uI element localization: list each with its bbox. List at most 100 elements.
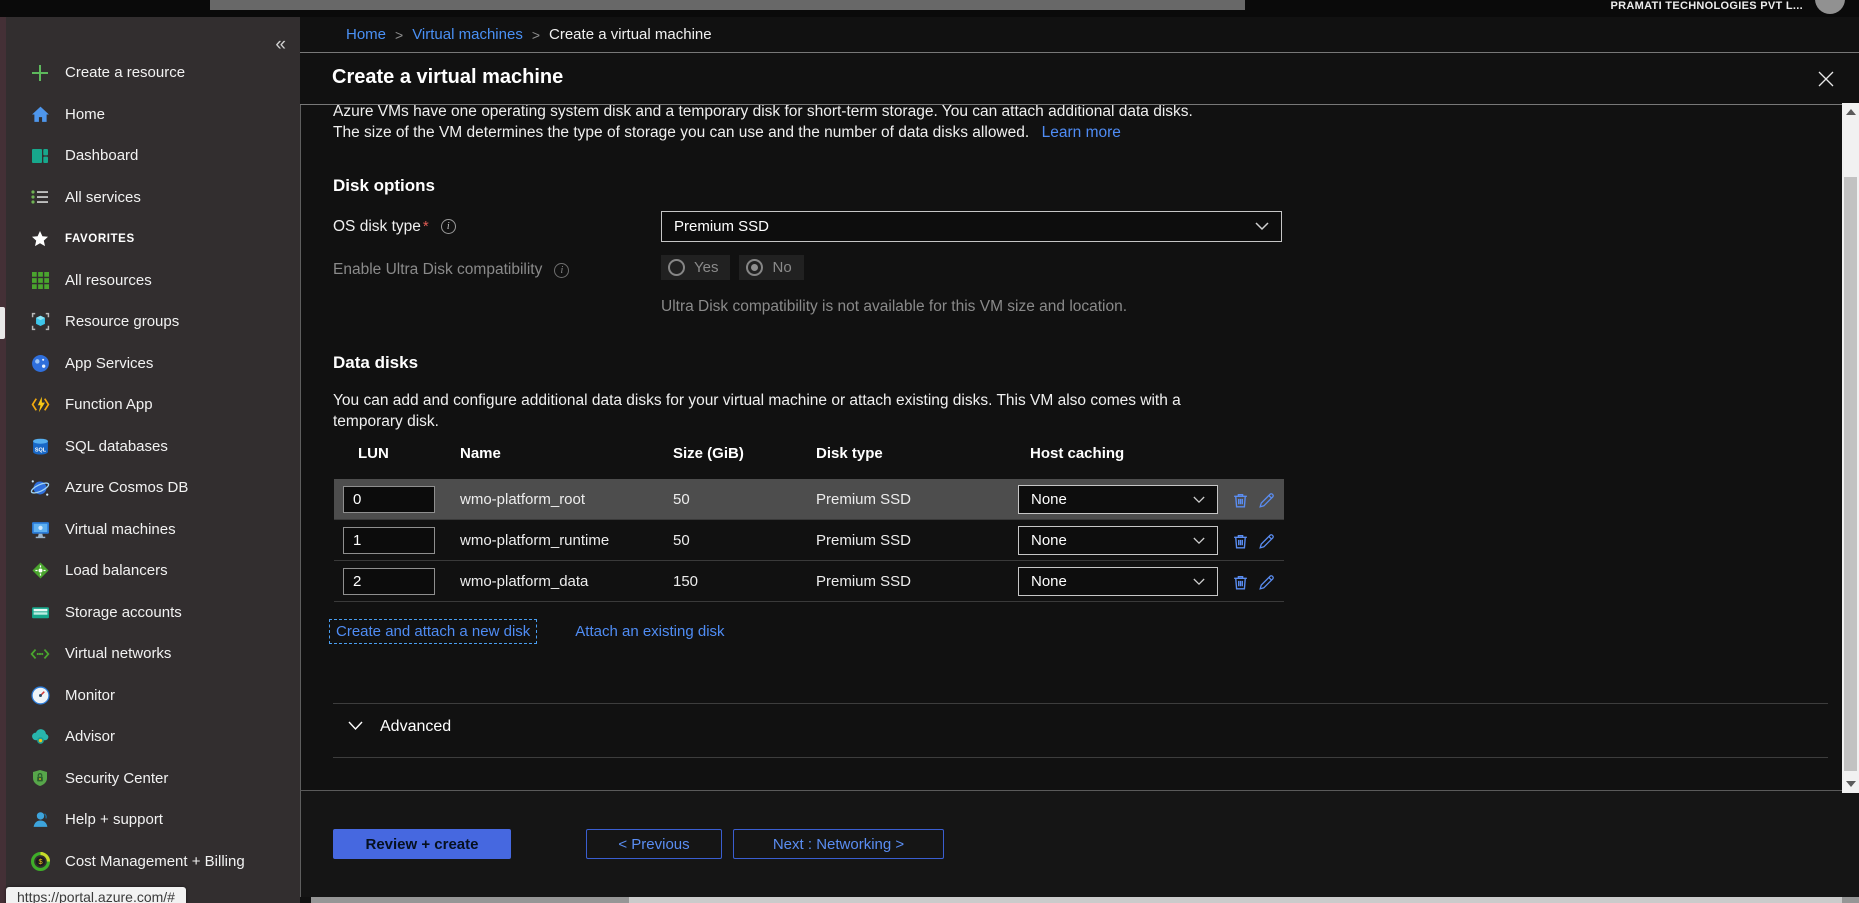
breadcrumb-current: Create a virtual machine <box>549 26 712 43</box>
lun-input[interactable] <box>343 527 435 554</box>
ultra-no-label: No <box>772 259 791 276</box>
required-marker: * <box>423 218 429 235</box>
tenant-name: PRAMATI TECHNOLOGIES PVT L... <box>1611 0 1803 12</box>
disk-name: wmo-platform_data <box>460 561 588 602</box>
sidebar-item-storage-accounts[interactable]: Storage accounts <box>6 592 300 634</box>
chevron-down-icon <box>1193 532 1205 550</box>
advisor-icon <box>30 727 50 747</box>
load-balancer-icon <box>30 561 50 581</box>
ultra-no-option[interactable]: No <box>739 255 803 280</box>
learn-more-link[interactable]: Learn more <box>1042 124 1121 141</box>
close-icon[interactable] <box>1815 68 1837 90</box>
horizontal-scrollbar-thumb[interactable] <box>629 897 1842 903</box>
lun-input[interactable] <box>343 486 435 513</box>
disk-size: 150 <box>673 561 698 602</box>
next-networking-button[interactable]: Next : Networking > <box>733 829 944 859</box>
delete-disk-button[interactable] <box>1229 489 1251 511</box>
wizard-footer: Review + create < Previous Next : Networ… <box>300 791 1859 897</box>
sidebar-item-advisor[interactable]: Advisor <box>6 716 300 758</box>
sidebar: « Create a resource Home Dashboard All s… <box>6 17 300 903</box>
disk-size: 50 <box>673 520 690 561</box>
column-header-disk-type: Disk type <box>816 445 883 462</box>
ultra-disk-label-row: Enable Ultra Disk compatibility <box>333 257 569 283</box>
sidebar-item-virtual-networks[interactable]: Virtual networks <box>6 633 300 675</box>
vertical-scrollbar-thumb[interactable] <box>1844 177 1857 771</box>
azure-portal-screen: PRAMATI TECHNOLOGIES PVT L... « Create a… <box>0 0 1859 903</box>
horizontal-scrollbar[interactable] <box>311 897 1859 903</box>
sidebar-item-all-resources[interactable]: All resources <box>6 260 300 302</box>
breadcrumb-home[interactable]: Home <box>346 26 386 43</box>
sidebar-item-function-app[interactable]: Function App <box>6 384 300 426</box>
column-header-host-caching: Host caching <box>1030 445 1124 462</box>
advanced-label: Advanced <box>380 718 451 736</box>
data-disk-row: wmo-platform_runtime 50 Premium SSD None <box>334 520 1284 561</box>
ultra-disk-label: Enable Ultra Disk compatibility <box>333 261 542 279</box>
sidebar-nav: Create a resource Home Dashboard All ser… <box>6 17 300 882</box>
host-caching-select[interactable]: None <box>1018 485 1218 514</box>
sidebar-item-sql-databases[interactable]: SQL SQL databases <box>6 426 300 468</box>
chevron-right-icon: > <box>532 27 540 43</box>
chevron-down-icon <box>1193 491 1205 509</box>
blade-content: Azure VMs have one operating system disk… <box>300 105 1842 790</box>
blade-header: Create a virtual machine <box>300 52 1859 105</box>
data-disks-heading: Data disks <box>333 353 418 373</box>
lun-input[interactable] <box>343 568 435 595</box>
ultra-yes-option[interactable]: Yes <box>661 255 730 280</box>
edit-disk-button[interactable] <box>1255 489 1277 511</box>
disk-options-heading: Disk options <box>333 176 435 196</box>
intro-line-1: Azure VMs have one operating system disk… <box>333 105 1193 120</box>
sidebar-item-home[interactable]: Home <box>6 94 300 136</box>
window-edge-indicator <box>0 307 5 339</box>
status-url-text: https://portal.azure.com/# <box>17 889 175 903</box>
data-disks-description: You can add and configure additional dat… <box>333 390 1181 432</box>
section-divider <box>333 757 1828 758</box>
sidebar-item-cost-management[interactable]: $ Cost Management + Billing <box>6 841 300 883</box>
disk-type: Premium SSD <box>816 479 911 520</box>
sidebar-item-create-a-resource[interactable]: Create a resource <box>6 52 300 94</box>
column-header-name: Name <box>460 445 501 462</box>
svg-text:$: $ <box>38 857 42 866</box>
info-icon[interactable] <box>554 263 569 278</box>
host-caching-select[interactable]: None <box>1018 567 1218 596</box>
sidebar-item-help-support[interactable]: Help + support <box>6 799 300 841</box>
delete-disk-button[interactable] <box>1229 571 1251 593</box>
sidebar-item-virtual-machines[interactable]: Virtual machines <box>6 509 300 551</box>
ultra-disk-note: Ultra Disk compatibility is not availabl… <box>661 298 1127 316</box>
sidebar-item-all-services[interactable]: All services <box>6 177 300 219</box>
vertical-scrollbar[interactable] <box>1842 103 1859 793</box>
sidebar-item-monitor[interactable]: Monitor <box>6 675 300 717</box>
advanced-toggle[interactable]: Advanced <box>348 718 451 736</box>
account-avatar[interactable] <box>1815 0 1845 14</box>
sidebar-item-load-balancers[interactable]: Load balancers <box>6 550 300 592</box>
data-disk-row: wmo-platform_root 50 Premium SSD None <box>334 479 1284 520</box>
os-disk-type-label: OS disk type <box>333 218 421 236</box>
sidebar-collapse-button[interactable]: « <box>275 35 286 54</box>
intro-text: Azure VMs have one operating system disk… <box>333 105 1193 143</box>
ultra-disk-radio-group: Yes No <box>661 255 813 280</box>
previous-button[interactable]: < Previous <box>586 829 722 859</box>
plus-icon <box>30 63 50 83</box>
info-icon[interactable] <box>441 219 456 234</box>
function-app-icon <box>30 395 50 415</box>
scroll-down-icon[interactable] <box>1846 781 1856 787</box>
delete-disk-button[interactable] <box>1229 530 1251 552</box>
cosmos-db-icon <box>30 478 50 498</box>
review-create-button[interactable]: Review + create <box>333 829 511 859</box>
sidebar-item-app-services[interactable]: App Services <box>6 343 300 385</box>
attach-existing-disk-link[interactable]: Attach an existing disk <box>575 623 724 640</box>
footer-divider <box>300 790 1842 791</box>
home-icon <box>30 104 50 124</box>
edit-disk-button[interactable] <box>1255 571 1277 593</box>
os-disk-type-label-row: OS disk type * <box>333 211 456 242</box>
sidebar-section-favorites: FAVORITES <box>6 218 300 260</box>
sidebar-item-azure-cosmos-db[interactable]: Azure Cosmos DB <box>6 467 300 509</box>
sidebar-item-dashboard[interactable]: Dashboard <box>6 135 300 177</box>
os-disk-type-select[interactable]: Premium SSD <box>661 211 1282 242</box>
edit-disk-button[interactable] <box>1255 530 1277 552</box>
sidebar-item-security-center[interactable]: Security Center <box>6 758 300 800</box>
sidebar-item-resource-groups[interactable]: Resource groups <box>6 301 300 343</box>
breadcrumb-virtual-machines[interactable]: Virtual machines <box>412 26 523 43</box>
create-attach-disk-link[interactable]: Create and attach a new disk <box>329 619 537 644</box>
scroll-up-icon[interactable] <box>1846 109 1856 115</box>
host-caching-select[interactable]: None <box>1018 526 1218 555</box>
